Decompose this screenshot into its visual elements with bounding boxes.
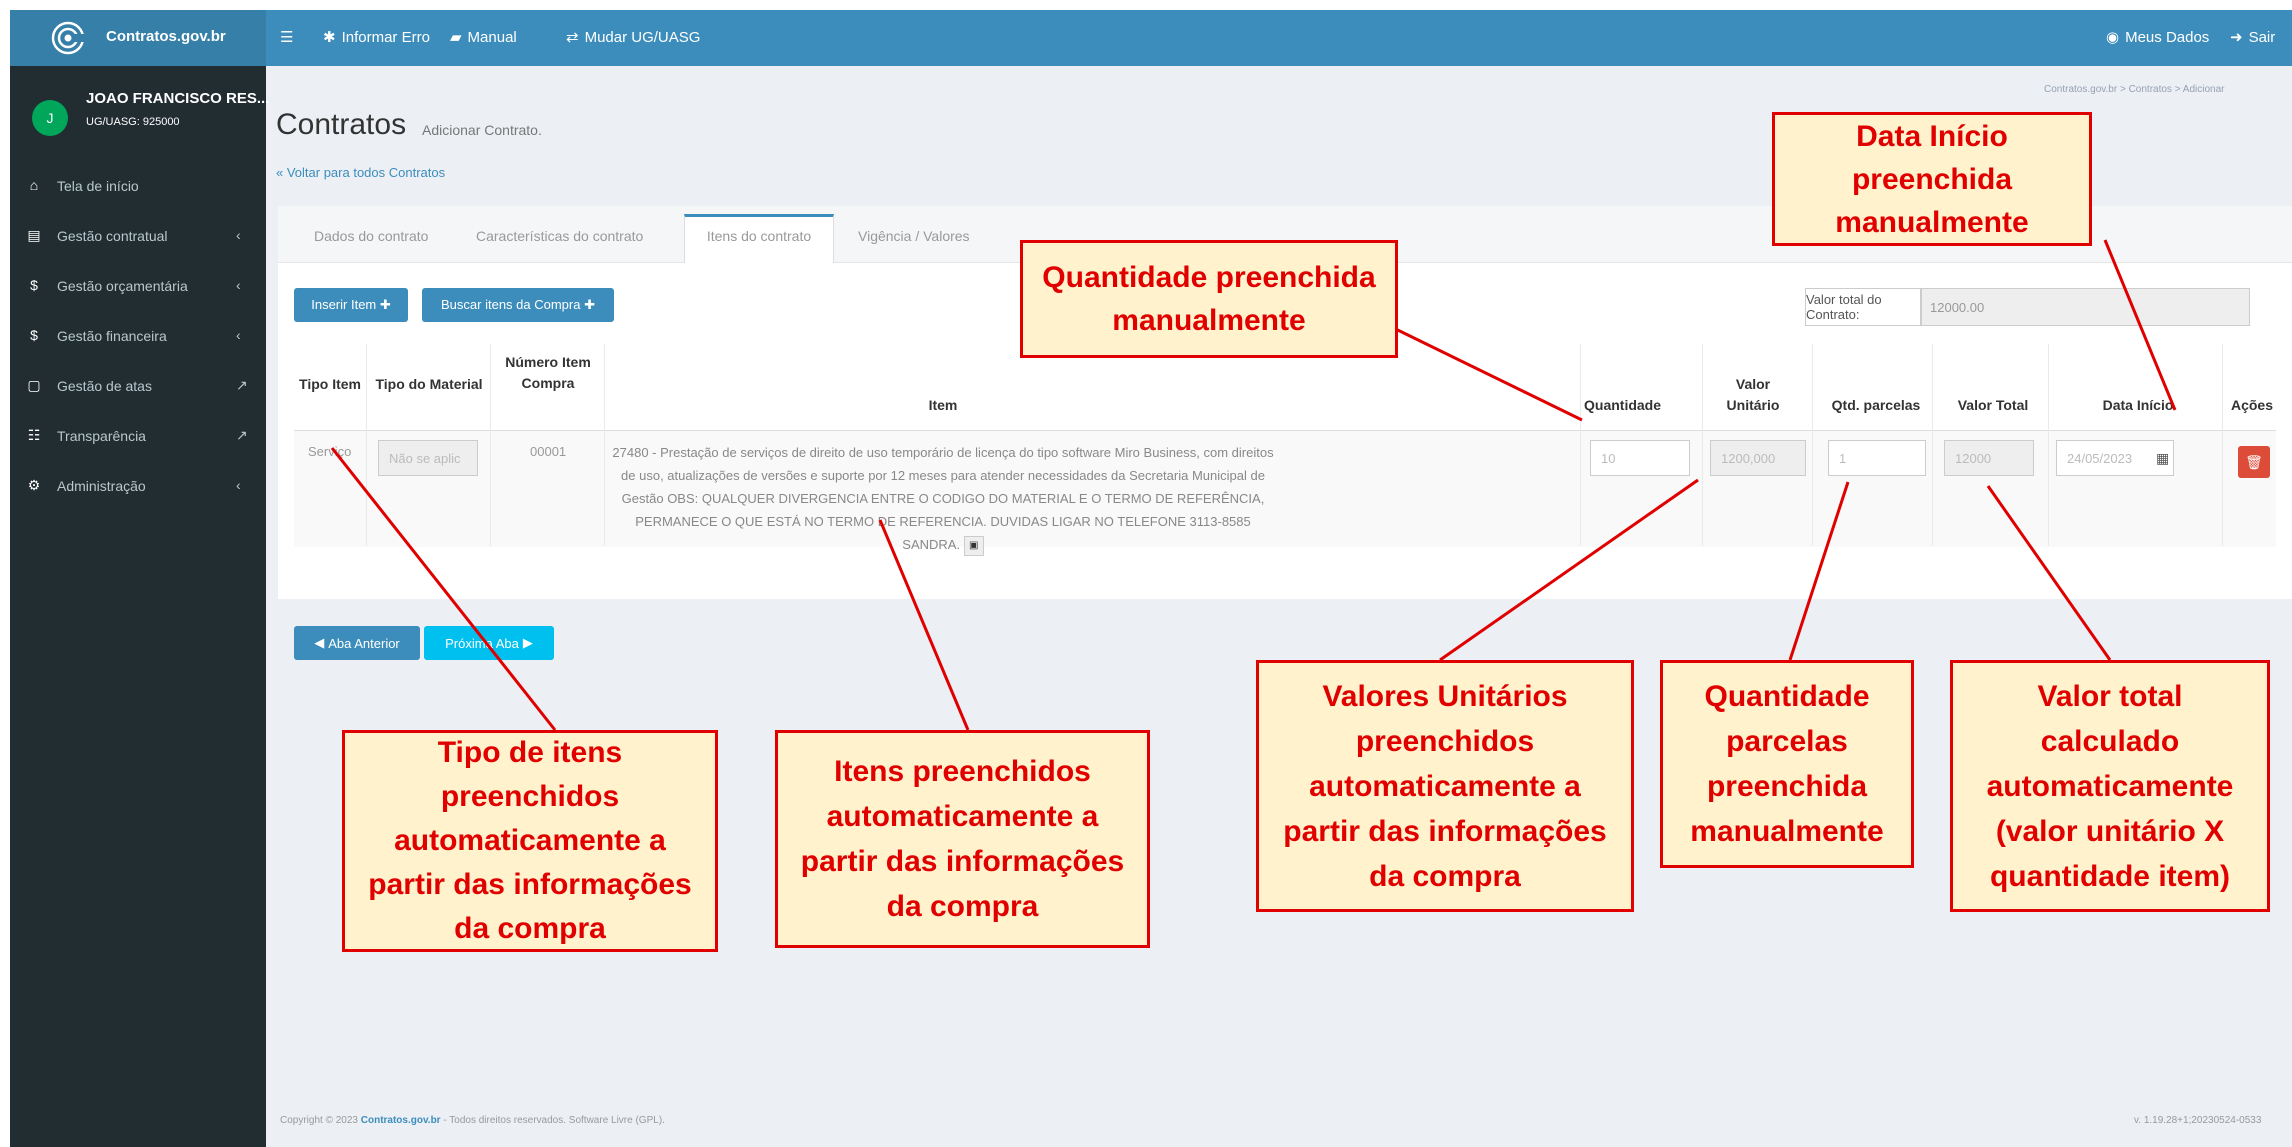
callout-line: automaticamente a [394, 824, 666, 857]
callout-line: Quantidade [1704, 680, 1870, 713]
callout-tipo-itens: Tipo de itens preenchidos automaticamente … [342, 730, 718, 952]
callout-line: partir das informações [800, 845, 1125, 878]
callout-line: da compra [1369, 859, 1521, 893]
callout-line: preenchidos [440, 780, 620, 813]
callout-line: manualmente [1690, 815, 1884, 848]
callout-line: automaticamente a [1309, 769, 1581, 803]
arrow-valores-unitarios [1439, 478, 1699, 662]
callout-parcelas: Quantidade parcelas preenchida manualmente [1660, 660, 1914, 868]
callout-data-inicio: Data Início preenchida manualmente [1772, 112, 2092, 246]
callout-line: da compra [454, 912, 606, 945]
callout-line: Valores Unitários [1322, 679, 1568, 713]
callout-line: automaticamente a [826, 800, 1099, 833]
arrow-tipo-itens [330, 447, 557, 731]
callout-line: parcelas [1726, 725, 1848, 758]
callout-line: manualmente [1112, 304, 1306, 337]
callout-line: quantidade item) [1989, 859, 2230, 893]
callout-line: partir das informações [1283, 814, 1607, 848]
callout-line: preenchida [1851, 162, 2013, 196]
arrow-valor-total [1986, 485, 2112, 661]
callout-valores-unitarios: Valores Unitários preenchidos automaticame… [1256, 660, 1634, 912]
arrow-data-inicio [2103, 239, 2177, 411]
callout-line: Tipo de itens [437, 736, 623, 769]
callout-valor-total: Valor total calculado automaticamente (valo… [1950, 660, 2270, 912]
callout-line: Data Início [1856, 119, 2008, 153]
arrow-itens [878, 519, 970, 731]
callout-line: preenchida [1706, 770, 1868, 803]
callout-line: Itens preenchidos [834, 755, 1091, 788]
callout-line: Quantidade preenchida [1042, 261, 1376, 294]
callout-line: partir das informações [368, 868, 692, 901]
callout-line: manualmente [1835, 205, 2029, 239]
arrow-parcelas [1788, 481, 1850, 661]
callout-quantidade: Quantidade preenchida manualmente [1020, 240, 1398, 358]
callout-itens: Itens preenchidos automaticamente a partir… [775, 730, 1150, 948]
callout-line: (valor unitário X [1995, 814, 2225, 848]
callout-line: preenchidos [1355, 724, 1535, 758]
callout-line: automaticamente [1986, 769, 2234, 803]
callout-line: calculado [2040, 724, 2180, 758]
callout-line: Valor total [2037, 679, 2183, 713]
callout-line: da compra [886, 890, 1039, 923]
